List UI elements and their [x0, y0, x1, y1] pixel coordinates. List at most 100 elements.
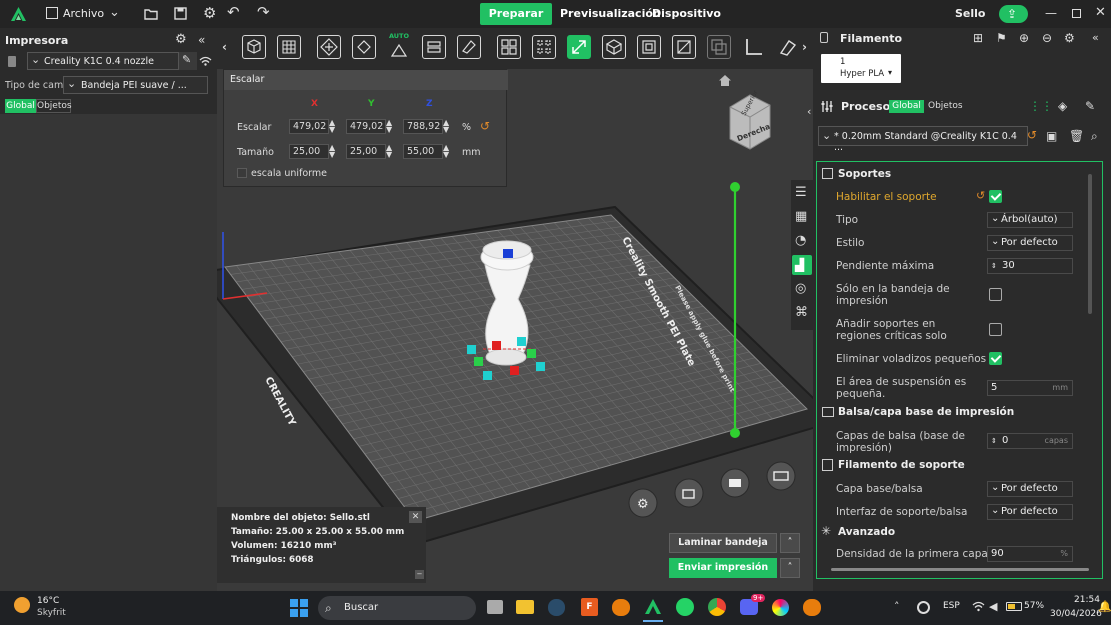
- remove-filament-icon[interactable]: ⊖: [1042, 31, 1052, 45]
- settings-scrollbar[interactable]: [1088, 174, 1092, 314]
- support-style-select[interactable]: ⌄ Por defecto: [987, 235, 1073, 251]
- process-tab-global[interactable]: Global: [889, 100, 924, 113]
- max-slope-input[interactable]: ⇕ 30: [987, 258, 1073, 274]
- chrome-icon[interactable]: [708, 598, 726, 616]
- maximize-icon[interactable]: [1072, 9, 1081, 18]
- bed-type-select[interactable]: ⌄ Bandeja PEI suave / ...: [63, 76, 208, 94]
- lay-on-face-button[interactable]: [457, 35, 481, 59]
- weather-temperature[interactable]: 16°C: [37, 596, 59, 606]
- layout-button[interactable]: [422, 35, 446, 59]
- spin-icon[interactable]: ▲ ▼: [443, 144, 449, 159]
- battery-icon[interactable]: [1006, 602, 1022, 611]
- scale-x-input[interactable]: 479,02: [289, 119, 329, 134]
- steam-icon[interactable]: [548, 599, 565, 616]
- filament-settings-icon[interactable]: ⚙: [1064, 31, 1075, 45]
- boolean-tool-button[interactable]: [707, 35, 731, 59]
- spin-icon[interactable]: ▲ ▼: [386, 144, 392, 159]
- remove-small-overhangs-checkbox[interactable]: [989, 352, 1002, 365]
- speaker-icon[interactable]: ◀: [989, 600, 997, 614]
- weather-condition[interactable]: Skyfrit: [37, 608, 66, 618]
- uniform-scale-checkbox[interactable]: [237, 168, 247, 178]
- reset-icon[interactable]: ↺: [976, 189, 985, 203]
- size-y-input[interactable]: 25,00: [346, 144, 386, 159]
- spin-icon[interactable]: ▲ ▼: [443, 119, 449, 134]
- rotation-handle-blue[interactable]: [503, 249, 513, 258]
- assembly-icon[interactable]: ⌘: [795, 306, 808, 320]
- speed-icon[interactable]: ◔: [795, 234, 806, 248]
- height-handle-top[interactable]: [730, 182, 740, 192]
- tab-device[interactable]: Dispositivo: [652, 3, 721, 25]
- minimize-icon[interactable]: —: [1045, 6, 1057, 20]
- tab-preview[interactable]: Previsualización: [560, 3, 661, 25]
- collapse-panel-icon[interactable]: «: [1092, 31, 1099, 45]
- split-objects-button[interactable]: [497, 35, 521, 59]
- filament-sync-icon[interactable]: ⊞: [973, 31, 983, 45]
- collapse-icon[interactable]: «: [198, 33, 205, 47]
- slice-options-chevron-up-icon[interactable]: ˄: [780, 533, 800, 553]
- redo-icon[interactable]: ↷: [257, 5, 270, 20]
- creality-print-icon[interactable]: [643, 597, 663, 617]
- plate-orient-button[interactable]: [766, 461, 796, 491]
- chevron-left-icon[interactable]: ‹: [222, 40, 227, 54]
- file-menu[interactable]: Archivo: [63, 7, 104, 20]
- filament-slot-1[interactable]: 1 Hyper PLA ▾: [821, 54, 901, 83]
- size-x-input[interactable]: 25,00: [289, 144, 329, 159]
- delete-preset-icon[interactable]: 🗑: [1069, 129, 1084, 143]
- collapse-info-icon[interactable]: −: [415, 570, 424, 579]
- critical-regions-checkbox[interactable]: [989, 323, 1002, 336]
- support-type-select[interactable]: ⌄ Árbol(auto): [987, 212, 1073, 228]
- security-icon[interactable]: [917, 601, 930, 614]
- arrange-button[interactable]: [352, 35, 376, 59]
- enable-support-checkbox[interactable]: [989, 190, 1002, 203]
- keyboard-language[interactable]: ESP: [943, 601, 960, 611]
- open-folder-icon[interactable]: [144, 8, 158, 20]
- app-logo-icon[interactable]: [10, 6, 27, 22]
- tab-objects[interactable]: Objetos: [36, 99, 72, 113]
- cut-tool-button[interactable]: [672, 35, 696, 59]
- measure-tool-button[interactable]: [742, 35, 766, 59]
- process-compare-icon[interactable]: ⋮⋮: [1029, 99, 1053, 113]
- wifi-icon[interactable]: [972, 601, 985, 612]
- cloud-upload-button[interactable]: ⇪: [999, 5, 1028, 23]
- whatsapp-icon[interactable]: [676, 598, 694, 616]
- chevron-left-icon[interactable]: ‹: [807, 105, 811, 119]
- close-info-icon[interactable]: ✕: [409, 511, 422, 523]
- close-icon[interactable]: ✕: [1095, 6, 1106, 20]
- chevron-down-icon[interactable]: ⌄: [109, 6, 120, 20]
- spin-icon[interactable]: ▲ ▼: [386, 119, 392, 134]
- scale-y-input[interactable]: 479,02: [346, 119, 386, 134]
- spin-icon[interactable]: ▲ ▼: [329, 119, 335, 134]
- view-cube[interactable]: Superior Derecha: [726, 89, 774, 151]
- settings-horizontal-scrollbar[interactable]: [831, 568, 1089, 571]
- reset-icon[interactable]: ↺: [480, 119, 490, 133]
- scale-z-input[interactable]: 788,92: [403, 119, 443, 134]
- tab-global[interactable]: Global: [5, 99, 36, 113]
- clock-time[interactable]: 21:54: [1074, 595, 1100, 605]
- paint-app-icon[interactable]: [772, 599, 789, 616]
- add-plate-button[interactable]: [277, 35, 301, 59]
- first-layer-density-input[interactable]: 90%: [987, 546, 1073, 562]
- size-z-input[interactable]: 55,00: [403, 144, 443, 159]
- windows-start-icon[interactable]: [290, 599, 308, 617]
- target-icon[interactable]: ◎: [795, 282, 806, 296]
- printer-settings-icon[interactable]: ⚙: [175, 33, 187, 47]
- reset-preset-icon[interactable]: ↺: [1027, 128, 1037, 142]
- search-settings-icon[interactable]: ⌕: [1091, 129, 1098, 143]
- tab-prepare[interactable]: Preparar: [480, 3, 552, 25]
- chevron-up-icon[interactable]: ˄: [894, 600, 900, 614]
- spin-icon[interactable]: ▲ ▼: [329, 144, 335, 159]
- support-view-button[interactable]: ▟: [792, 255, 812, 275]
- clock-date[interactable]: 30/04/2026: [1050, 609, 1102, 619]
- task-view-icon[interactable]: [487, 600, 503, 614]
- support-paint-button[interactable]: [777, 35, 801, 59]
- rotate-tool-button[interactable]: [637, 35, 661, 59]
- layers-view-icon[interactable]: ☰: [795, 186, 807, 200]
- process-tab-objects[interactable]: Objetos: [928, 101, 963, 111]
- 3d-viewport[interactable]: Creality Smooth PEI Plate Please apply g…: [217, 69, 813, 591]
- edit-printer-button[interactable]: ✎: [178, 52, 197, 70]
- base-raft-select[interactable]: ⌄ Por defecto: [987, 481, 1073, 497]
- slice-plate-button[interactable]: Laminar bandeja: [669, 533, 777, 553]
- plate-lock-button[interactable]: [674, 478, 704, 508]
- undo-icon[interactable]: ↶: [227, 5, 240, 20]
- orient-button[interactable]: [317, 35, 341, 59]
